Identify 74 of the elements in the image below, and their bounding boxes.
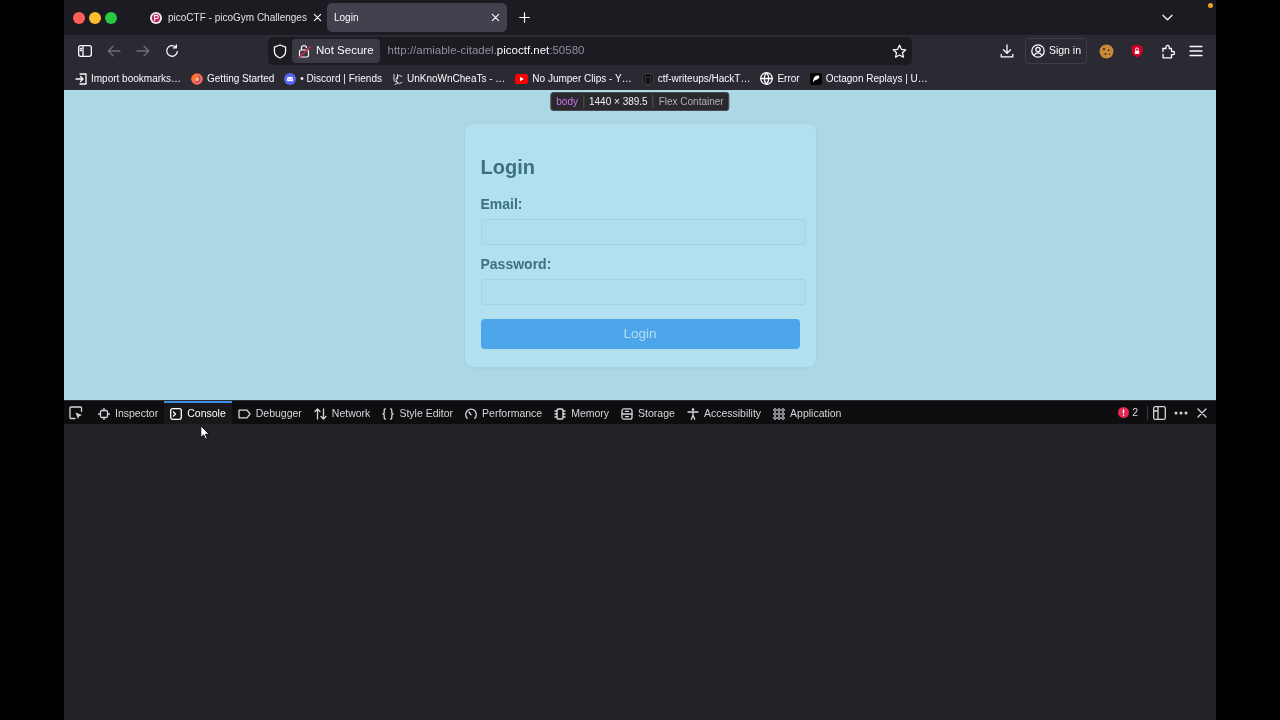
logo-icon bbox=[809, 72, 822, 85]
devtools-tab[interactable]: Accessibility bbox=[680, 401, 768, 424]
bookmark-item[interactable]: ctf-writeups/HackT… bbox=[641, 71, 751, 86]
security-indicator[interactable]: Not Secure bbox=[292, 39, 380, 63]
round-logo-icon bbox=[641, 72, 654, 85]
window-zoom-icon[interactable] bbox=[105, 11, 117, 24]
dock-icon[interactable] bbox=[1152, 405, 1166, 420]
globe-icon bbox=[760, 72, 774, 85]
storage-icon bbox=[621, 407, 634, 420]
layout-label: Flex Container bbox=[658, 95, 724, 109]
browser-tab[interactable]: Login bbox=[327, 3, 507, 32]
url-text: picoctf.net bbox=[496, 44, 550, 57]
bookmark-item[interactable]: • Discord | Friends bbox=[284, 71, 382, 86]
monogram-logo-icon bbox=[392, 72, 403, 85]
sidebar-icon[interactable] bbox=[77, 45, 92, 57]
lock-shield-icon[interactable] bbox=[1131, 44, 1143, 58]
field-label: Email: bbox=[480, 196, 523, 213]
controller-logo-icon bbox=[284, 72, 297, 85]
url-text: :50580 bbox=[549, 44, 585, 57]
plus-icon[interactable] bbox=[518, 12, 530, 23]
browser-logo-icon bbox=[191, 72, 204, 85]
chevron-down-icon[interactable] bbox=[1161, 14, 1173, 21]
import-icon bbox=[75, 72, 87, 85]
devtools-tab[interactable]: Network bbox=[307, 401, 377, 424]
window-minimize-icon[interactable] bbox=[89, 11, 101, 24]
field-label: Password: bbox=[480, 256, 552, 273]
devtools-tab[interactable]: Style Editor bbox=[376, 401, 460, 424]
devtools-tab[interactable]: Performance bbox=[459, 401, 549, 424]
tag-icon bbox=[237, 408, 251, 419]
browser-tab[interactable]: picoCTF - picoGym Challenges bbox=[143, 3, 323, 32]
bookmark-item[interactable]: Error bbox=[760, 71, 800, 86]
gauge-icon bbox=[465, 407, 478, 420]
bookmark-item[interactable]: UnKnoWnCheaTs - … bbox=[392, 71, 506, 86]
element-tag-label: body bbox=[556, 95, 578, 109]
account-icon bbox=[1030, 44, 1045, 58]
download-icon[interactable] bbox=[999, 44, 1014, 58]
cookie-icon[interactable] bbox=[1098, 43, 1114, 59]
devtools-tab[interactable]: Memory bbox=[548, 401, 616, 424]
devtools-tab[interactable]: Console bbox=[164, 401, 232, 424]
menu-icon[interactable] bbox=[1189, 45, 1203, 57]
devtools-tab[interactable]: Debugger bbox=[231, 401, 308, 424]
puzzle-icon[interactable] bbox=[1161, 43, 1175, 59]
url-text: http://amiable-citadel. bbox=[387, 44, 497, 57]
error-count-button[interactable]: 2 bbox=[1118, 404, 1138, 421]
devtools-tab[interactable]: Application bbox=[767, 401, 848, 424]
sign-in-button[interactable]: Sign in bbox=[1024, 38, 1087, 64]
bookmark-item[interactable]: No Jumper Clips - Y… bbox=[515, 71, 632, 86]
play-logo-icon bbox=[515, 73, 529, 84]
size-label: 1440 × 389.5 bbox=[589, 95, 648, 109]
more-icon[interactable] bbox=[1174, 410, 1188, 415]
pick-element-icon[interactable] bbox=[69, 405, 83, 420]
close-icon[interactable] bbox=[1197, 407, 1207, 418]
cursor-icon bbox=[200, 425, 210, 440]
devtools-tab[interactable]: Storage bbox=[615, 401, 681, 424]
card-title: Login bbox=[480, 155, 535, 179]
frame-icon bbox=[98, 407, 110, 420]
bookmark-item[interactable]: Import bookmarks… bbox=[75, 71, 182, 86]
dot-grid-icon bbox=[773, 407, 786, 420]
bookmark-item[interactable]: Getting Started bbox=[191, 71, 275, 86]
shield-icon[interactable] bbox=[273, 43, 287, 59]
window-close-icon[interactable] bbox=[73, 11, 85, 24]
address-bar[interactable]: Not Secure http://amiable-citadel.picoctf.net:50580 bbox=[268, 37, 912, 65]
reload-icon[interactable] bbox=[164, 44, 179, 58]
star-icon[interactable] bbox=[892, 43, 907, 59]
logo-icon bbox=[150, 11, 162, 24]
insecure-lock-icon bbox=[298, 44, 311, 58]
person-icon bbox=[686, 407, 699, 420]
error-icon bbox=[1118, 407, 1130, 418]
braces-icon bbox=[382, 407, 395, 420]
bookmark-item[interactable]: Octagon Replays | U… bbox=[809, 71, 928, 86]
devtools-tab[interactable]: Inspector bbox=[92, 401, 165, 424]
terminal-icon bbox=[170, 407, 183, 420]
chip-icon bbox=[554, 407, 567, 420]
up-down-arrows-icon bbox=[313, 407, 327, 420]
